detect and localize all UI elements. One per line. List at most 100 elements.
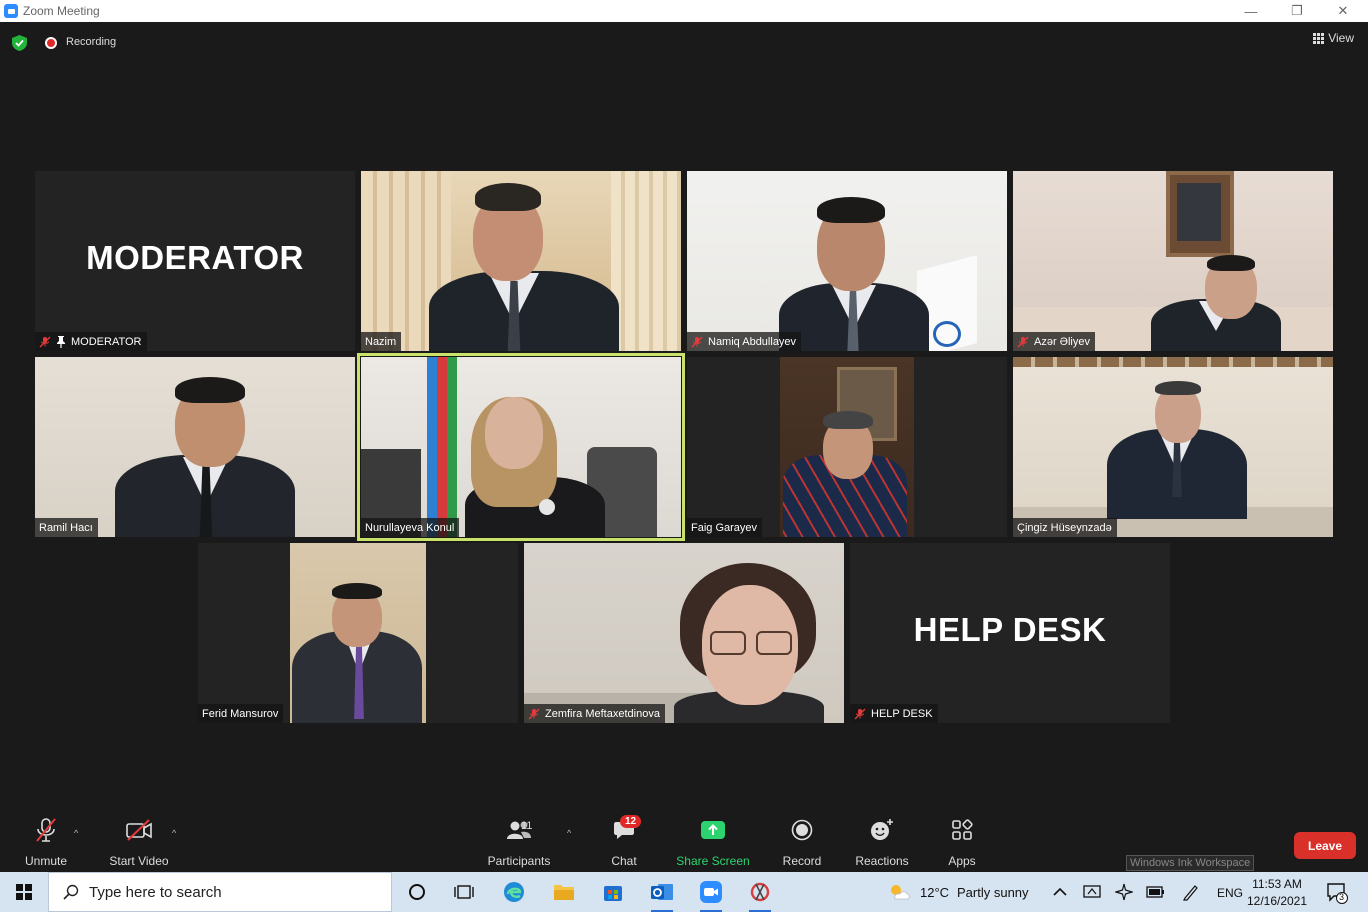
weather-temperature: 12°C (920, 885, 950, 900)
participant-tile[interactable]: Nazim (361, 171, 681, 351)
notification-count: 3 (1339, 892, 1345, 902)
taskbar-search-box[interactable] (48, 872, 392, 912)
microsoft-store-icon (604, 886, 622, 901)
participant-tile[interactable]: Faig Garayev (687, 357, 1007, 537)
participant-nameplate: Faig Garayev (687, 518, 763, 537)
participant-name: Nazim (365, 335, 397, 348)
restore-button[interactable]: ❐ (1274, 0, 1320, 22)
participant-tile[interactable]: HELP DESK HELP DESK (850, 543, 1170, 723)
zoom-app-icon (4, 4, 18, 18)
taskbar-app-zoom[interactable] (696, 877, 726, 912)
participant-name: Ferid Mansurov (202, 707, 279, 720)
chat-button[interactable]: 12 Chat (604, 812, 644, 872)
participant-name: Azər Əliyev (1034, 335, 1090, 348)
minimize-button[interactable]: — (1228, 0, 1274, 22)
view-button[interactable]: View (1313, 31, 1354, 45)
tray-screen-icon-button[interactable] (1077, 877, 1107, 907)
participant-nameplate: Azər Əliyev (1013, 332, 1095, 351)
airplane-mode-button[interactable] (1109, 877, 1139, 907)
pen-icon (1183, 885, 1198, 901)
taskbar-search-input[interactable] (89, 883, 369, 901)
close-button[interactable]: ✕ (1320, 0, 1366, 22)
participants-label: Participants (487, 854, 551, 868)
cortana-button[interactable] (402, 877, 432, 907)
start-video-button[interactable]: Start Video (104, 812, 174, 872)
reactions-button[interactable]: Reactions (852, 812, 912, 872)
participant-video (361, 171, 681, 351)
participant-tile[interactable]: Ramil Hacı (35, 357, 355, 537)
participant-name: Çingiz Hüseynzadə (1017, 521, 1112, 534)
participant-tile[interactable]: Azər Əliyev (1013, 171, 1333, 351)
windows-taskbar: 12°C Partly sunny ENG 11:53 AM 12/16/202… (0, 872, 1368, 912)
edge-browser-icon (504, 882, 524, 902)
video-off-icon (126, 819, 152, 841)
muted-mic-icon (39, 336, 51, 347)
unmute-button[interactable]: Unmute (20, 812, 72, 872)
chat-unread-badge: 12 (620, 815, 642, 828)
input-language[interactable]: ENG (1217, 886, 1243, 900)
clock-date: 12/16/2021 (1246, 894, 1308, 908)
share-screen-button[interactable]: Share Screen (674, 812, 752, 872)
participant-nameplate: Nazim (361, 332, 402, 351)
participant-nameplate: Ferid Mansurov (198, 704, 284, 723)
participant-name-overlay: MODERATOR (86, 239, 304, 276)
recording-icon[interactable] (45, 37, 57, 49)
participant-tile-active-speaker[interactable]: Nurullayeva Konul (357, 353, 685, 541)
taskbar-app-store[interactable] (598, 877, 628, 907)
share-screen-label: Share Screen (676, 854, 750, 868)
clock-time: 11:53 AM (1252, 877, 1302, 891)
participant-name: Faig Garayev (691, 521, 758, 534)
participant-name-overlay: HELP DESK (913, 611, 1107, 648)
participants-options-caret[interactable]: ^ (567, 828, 577, 838)
participant-video (1013, 357, 1333, 537)
start-button[interactable] (0, 872, 48, 912)
audio-options-caret[interactable]: ^ (74, 828, 84, 838)
participant-name: HELP DESK (871, 707, 933, 720)
apps-icon (952, 819, 973, 840)
video-options-caret[interactable]: ^ (172, 828, 182, 838)
participant-video (687, 357, 1007, 537)
battery-status-button[interactable] (1141, 877, 1171, 907)
airplane-icon (1115, 883, 1133, 901)
participant-name: Ramil Hacı (39, 521, 93, 534)
taskbar-app-snipping[interactable] (745, 877, 775, 912)
taskbar-app-edge[interactable] (499, 877, 529, 907)
participants-button[interactable]: 11 Participants (484, 812, 554, 872)
partly-sunny-icon (891, 885, 910, 900)
participant-tile[interactable]: MODERATOR MODERATOR (35, 171, 355, 351)
participant-video (361, 357, 681, 537)
participant-nameplate: Ramil Hacı (35, 518, 98, 537)
encryption-shield-icon[interactable] (12, 35, 27, 51)
action-center-button[interactable]: 3 (1326, 882, 1348, 909)
apps-label: Apps (948, 854, 976, 868)
show-hidden-icons-button[interactable] (1045, 877, 1075, 907)
windows-logo-icon (16, 884, 32, 900)
participant-video (1013, 171, 1333, 351)
participant-tile[interactable]: Ferid Mansurov (198, 543, 518, 723)
search-icon (63, 884, 79, 900)
leave-meeting-button[interactable]: Leave (1294, 832, 1356, 859)
window-title-bar: Zoom Meeting — ❐ ✕ (0, 0, 1368, 22)
view-label: View (1328, 31, 1354, 45)
pen-workspace-button[interactable] (1176, 877, 1206, 907)
participant-nameplate: Nurullayeva Konul (361, 518, 460, 537)
system-clock[interactable]: 11:53 AM 12/16/2021 (1244, 876, 1310, 910)
participant-tile[interactable]: Çingiz Hüseynzadə (1013, 357, 1333, 537)
weather-widget[interactable] (884, 877, 914, 907)
taskbar-app-outlook[interactable] (647, 877, 677, 912)
notification-icon (1327, 883, 1348, 904)
muted-mic-icon (1017, 336, 1029, 347)
muted-mic-icon (528, 708, 540, 719)
participant-nameplate: Çingiz Hüseynzadə (1013, 518, 1117, 537)
record-button[interactable]: Record (780, 812, 824, 872)
task-view-button[interactable] (449, 877, 479, 907)
grid-view-icon (1313, 32, 1325, 44)
participant-tile[interactable]: Zemfira Meftaxetdinova (524, 543, 844, 723)
participant-tile[interactable]: Namiq Abdullayev (687, 171, 1007, 351)
participant-name: Nurullayeva Konul (365, 521, 455, 534)
apps-button[interactable]: Apps (942, 812, 982, 872)
taskbar-app-file-explorer[interactable] (549, 877, 579, 907)
participants-count: 11 (521, 820, 533, 832)
weather-description: Partly sunny (957, 885, 1029, 900)
muted-mic-icon (854, 708, 866, 719)
